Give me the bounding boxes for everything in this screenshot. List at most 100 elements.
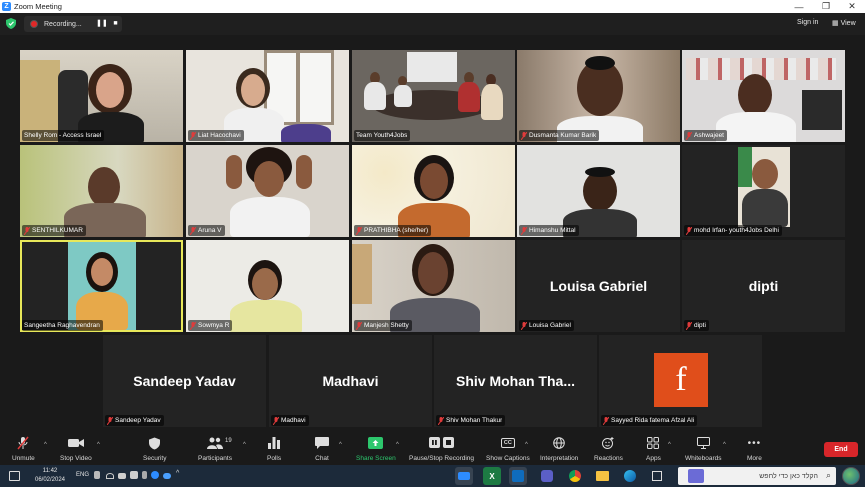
clock-date: 06/02/2024 bbox=[34, 476, 66, 483]
apps-icon bbox=[647, 437, 660, 449]
video-off-tile[interactable]: dipti dipti bbox=[682, 240, 845, 332]
view-button[interactable]: ▦ View bbox=[832, 19, 856, 27]
search-placeholder: הקלד כאן כדי לחפש bbox=[759, 472, 818, 480]
unmute-label: Unmute bbox=[12, 455, 35, 462]
close-button[interactable]: ✕ bbox=[838, 0, 865, 13]
pause-recording-icon[interactable]: ❚❚ bbox=[96, 20, 108, 28]
security-shield-icon bbox=[149, 436, 161, 450]
zoom-app-taskbar-icon[interactable] bbox=[455, 467, 473, 485]
pause-stop-recording-button[interactable]: Pause/Stop Recording bbox=[409, 436, 474, 462]
video-tile[interactable]: Aruna V bbox=[186, 145, 349, 237]
stop-recording-icon[interactable]: ■ bbox=[111, 20, 120, 28]
share-screen-button[interactable]: Share Screen bbox=[356, 436, 396, 462]
maximize-button[interactable]: ❐ bbox=[812, 0, 840, 13]
chat-caret-icon[interactable]: ^ bbox=[339, 442, 342, 448]
muted-mic-icon bbox=[273, 416, 279, 425]
video-tile[interactable]: PRATHIBHA (she/her) bbox=[352, 145, 515, 237]
notification-center-icon[interactable] bbox=[9, 471, 20, 481]
battery-icon[interactable] bbox=[118, 473, 126, 479]
usb-icon[interactable] bbox=[142, 471, 147, 479]
participant-display-name: Madhavi bbox=[322, 373, 379, 389]
teams-app-icon[interactable] bbox=[538, 467, 556, 485]
participant-name-tag: SENTHILKUMAR bbox=[22, 225, 86, 236]
muted-mic-icon bbox=[107, 416, 113, 425]
apps-button[interactable]: Apps bbox=[646, 436, 661, 462]
interpretation-button[interactable]: Interpretation bbox=[540, 436, 578, 462]
taskbar-search-box[interactable]: הקלד כאן כדי לחפש ⌕ bbox=[678, 467, 836, 485]
chrome-app-icon[interactable] bbox=[566, 467, 584, 485]
edge-app-icon[interactable] bbox=[621, 467, 639, 485]
captions-caret-icon[interactable]: ^ bbox=[525, 442, 528, 448]
muted-mic-icon bbox=[521, 321, 527, 330]
participant-name-tag: Manjesh Shetty bbox=[354, 320, 412, 331]
zoom-tray-icon[interactable] bbox=[151, 471, 159, 479]
stop-video-label: Stop Video bbox=[60, 455, 92, 462]
search-icon: ⌕ bbox=[825, 470, 831, 480]
task-view-icon[interactable] bbox=[648, 467, 666, 485]
display-icon[interactable] bbox=[130, 471, 138, 479]
taskbar-clock[interactable]: 11:42 06/02/2024 bbox=[30, 467, 70, 484]
video-off-tile[interactable]: Sandeep Yadav Sandeep Yadav bbox=[103, 335, 266, 427]
video-tile[interactable]: Team Youth4Jobs bbox=[352, 50, 515, 142]
meeting-top-bar: Recording... ❚❚ ■ Sign in ▦ View bbox=[0, 13, 865, 35]
security-button[interactable]: Security bbox=[143, 436, 166, 462]
participant-name-tag: Sayyed Rida fatema Afzal Ali bbox=[601, 415, 698, 426]
wifi-icon[interactable] bbox=[106, 473, 114, 479]
muted-mic-icon bbox=[24, 226, 30, 235]
apps-caret-icon[interactable]: ^ bbox=[668, 442, 671, 448]
participants-caret-icon[interactable]: ^ bbox=[243, 442, 246, 448]
recording-indicator: Recording... ❚❚ ■ bbox=[24, 16, 122, 32]
participant-display-name: dipti bbox=[748, 278, 779, 294]
globe-icon bbox=[553, 437, 565, 449]
show-captions-button[interactable]: CC Show Captions bbox=[486, 436, 530, 462]
file-explorer-icon[interactable] bbox=[593, 467, 611, 485]
stop-video-button[interactable]: Stop Video bbox=[60, 436, 92, 462]
start-orb-icon[interactable] bbox=[842, 467, 860, 485]
reactions-button[interactable]: Reactions bbox=[594, 436, 623, 462]
end-meeting-button[interactable]: End bbox=[824, 442, 858, 457]
whiteboards-caret-icon[interactable]: ^ bbox=[723, 442, 726, 448]
video-off-tile[interactable]: f Sayyed Rida fatema Afzal Ali bbox=[599, 335, 762, 427]
input-language[interactable]: ENG bbox=[76, 472, 89, 478]
minimize-button[interactable]: — bbox=[785, 0, 813, 13]
video-off-tile[interactable]: Madhavi Madhavi bbox=[269, 335, 432, 427]
participant-name-tag: Sangeetha Raghavendran bbox=[22, 320, 103, 331]
security-shield-icon[interactable] bbox=[6, 18, 16, 29]
participant-name-tag: Liat Hacochavi bbox=[188, 130, 244, 141]
video-off-tile[interactable]: Shiv Mohan Tha... Shiv Mohan Thakur bbox=[434, 335, 597, 427]
participant-name-tag: Madhavi bbox=[271, 415, 309, 426]
show-hidden-icons-caret-icon[interactable]: ^ bbox=[176, 470, 179, 477]
share-screen-caret-icon[interactable]: ^ bbox=[396, 442, 399, 448]
grid-view-icon: ▦ bbox=[832, 20, 839, 27]
outlook-app-icon[interactable] bbox=[509, 467, 527, 485]
onedrive-cloud-icon[interactable] bbox=[163, 473, 171, 479]
unmute-button[interactable]: Unmute bbox=[12, 436, 35, 462]
video-options-caret-icon[interactable]: ^ bbox=[97, 442, 100, 448]
video-tile[interactable]: Liat Hacochavi bbox=[186, 50, 349, 142]
excel-app-icon[interactable]: X bbox=[483, 467, 501, 485]
sign-in-link[interactable]: Sign in bbox=[797, 19, 818, 26]
whiteboards-button[interactable]: Whiteboards bbox=[685, 436, 722, 462]
video-tile-active-speaker[interactable]: Sangeetha Raghavendran bbox=[20, 240, 183, 332]
closed-captions-icon: CC bbox=[500, 438, 515, 448]
zoom-logo-icon: Z bbox=[2, 2, 11, 11]
video-tile[interactable]: mohd Irfan- youth4Jobs Delhi bbox=[682, 145, 845, 237]
volume-icon[interactable] bbox=[94, 471, 100, 479]
muted-mic-icon bbox=[521, 226, 527, 235]
audio-options-caret-icon[interactable]: ^ bbox=[44, 442, 47, 448]
participant-name-tag: mohd Irfan- youth4Jobs Delhi bbox=[684, 225, 782, 236]
video-tile[interactable]: Ashwajeet bbox=[682, 50, 845, 142]
video-off-tile[interactable]: Louisa Gabriel Louisa Gabriel bbox=[517, 240, 680, 332]
more-button[interactable]: ••• More bbox=[747, 436, 762, 463]
video-tile[interactable]: Dusmanta Kumar Barik bbox=[517, 50, 680, 142]
video-tile[interactable]: Manjesh Shetty bbox=[352, 240, 515, 332]
muted-mic-icon bbox=[190, 321, 196, 330]
video-tile[interactable]: SENTHILKUMAR bbox=[20, 145, 183, 237]
chat-button[interactable]: Chat bbox=[315, 436, 329, 462]
polls-button[interactable]: Polls bbox=[267, 436, 281, 462]
participant-name-tag: Shelly Rom - Access Israel bbox=[22, 130, 105, 141]
video-tile[interactable]: Himanshu Mittal bbox=[517, 145, 680, 237]
video-tile[interactable]: Sowmya R bbox=[186, 240, 349, 332]
video-tile[interactable]: Shelly Rom - Access Israel bbox=[20, 50, 183, 142]
participants-count: 19 bbox=[225, 438, 232, 444]
